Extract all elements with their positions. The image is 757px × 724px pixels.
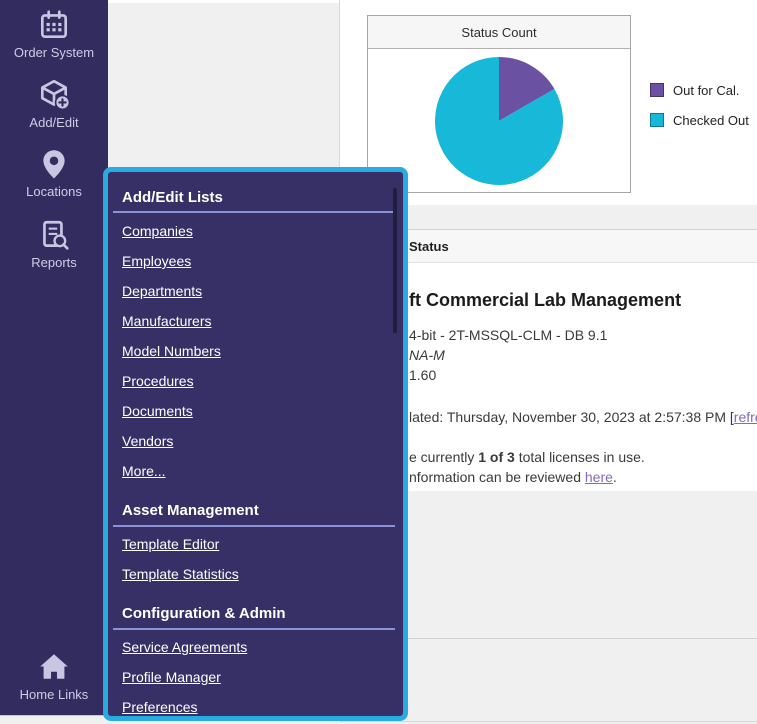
legend-label: Checked Out <box>673 113 749 128</box>
menu-link-documents[interactable]: Documents <box>122 403 193 421</box>
last-updated-line: lated: Thursday, November 30, 2023 at 2:… <box>409 409 757 425</box>
chart-legend: Out for Cal. Checked Out <box>650 80 749 140</box>
license-review-line: nformation can be reviewed here. <box>409 467 645 487</box>
menu-link-model-numbers[interactable]: Model Numbers <box>122 343 221 361</box>
chart-title: Status Count <box>368 16 630 49</box>
menu-link-profile-manager[interactable]: Profile Manager <box>122 669 221 687</box>
sidebar-item-add-edit[interactable]: Add/Edit <box>0 78 108 130</box>
menu-link-companies[interactable]: Companies <box>122 223 193 241</box>
menu-link-vendors[interactable]: Vendors <box>122 433 173 451</box>
menu-link-service-agreements[interactable]: Service Agreements <box>122 639 247 657</box>
sidebar-item-label: Locations <box>0 184 108 199</box>
menu-link-template-editor[interactable]: Template Editor <box>122 536 219 554</box>
version-line: 1.60 <box>409 365 607 385</box>
license-text: e currently <box>409 449 478 465</box>
sidebar-item-home-links[interactable]: Home Links <box>0 650 108 702</box>
license-text-suffix: total licenses in use. <box>515 449 645 465</box>
menu-link-employees[interactable]: Employees <box>122 253 191 271</box>
top-strip <box>108 0 340 3</box>
license-count: 1 of 3 <box>478 449 515 465</box>
sidebar-item-label: Add/Edit <box>0 115 108 130</box>
legend-swatch-out-for-cal <box>650 83 664 97</box>
last-updated-text: lated: Thursday, November 30, 2023 at 2:… <box>409 409 734 425</box>
sidebar-item-order-system[interactable]: Order System <box>0 8 108 60</box>
menu-link-procedures[interactable]: Procedures <box>122 373 194 391</box>
section-divider-rule <box>113 628 395 630</box>
menu-link-more[interactable]: More... <box>122 463 166 481</box>
home-icon <box>37 650 71 684</box>
menu-link-departments[interactable]: Departments <box>122 283 202 301</box>
popup-section-title: Asset Management <box>122 502 259 520</box>
license-info: e currently 1 of 3 total licenses in use… <box>409 447 645 487</box>
add-edit-popup-menu: Add/Edit Lists Companies Employees Depar… <box>103 167 408 721</box>
review-text-suffix: . <box>613 469 617 485</box>
legend-label: Out for Cal. <box>673 83 739 98</box>
menu-link-manufacturers[interactable]: Manufacturers <box>122 313 211 331</box>
sidebar-item-locations[interactable]: Locations <box>0 147 108 199</box>
sidebar-item-label: Order System <box>0 45 108 60</box>
popup-scrollbar-thumb[interactable] <box>393 188 397 333</box>
product-title: ft Commercial Lab Management <box>409 290 681 311</box>
build-line: 4-bit - 2T-MSSQL-CLM - DB 9.1 <box>409 325 607 345</box>
section-divider <box>340 721 757 722</box>
status-count-chart-box: Status Count <box>367 15 631 193</box>
popup-section-title: Add/Edit Lists <box>122 189 223 207</box>
database-line: NA-M <box>409 345 607 365</box>
legend-row: Out for Cal. <box>650 80 749 100</box>
report-search-icon <box>37 218 71 252</box>
pie-chart <box>368 49 632 193</box>
sidebar-item-label: Reports <box>0 255 108 270</box>
menu-link-template-statistics[interactable]: Template Statistics <box>122 566 239 584</box>
popup-section-title: Configuration & Admin <box>122 605 286 623</box>
section-divider-rule <box>113 525 395 527</box>
map-pin-icon <box>37 147 71 181</box>
window-bottom-edge <box>0 715 108 716</box>
refresh-link[interactable]: refre <box>734 409 757 425</box>
legend-row: Checked Out <box>650 110 749 130</box>
legend-swatch-checked-out <box>650 113 664 127</box>
version-info: 4-bit - 2T-MSSQL-CLM - DB 9.1 NA-M 1.60 <box>409 325 607 385</box>
sidebar-item-label: Home Links <box>0 687 108 702</box>
box-add-icon <box>37 78 71 112</box>
license-count-line: e currently 1 of 3 total licenses in use… <box>409 447 645 467</box>
status-section-title: Status <box>409 230 449 263</box>
review-text: nformation can be reviewed <box>409 469 585 485</box>
section-divider-rule <box>113 211 395 213</box>
sidebar-item-reports[interactable]: Reports <box>0 218 108 270</box>
calendar-icon <box>37 8 71 42</box>
sidebar: Order System Add/Edit Locations Reports <box>0 0 108 715</box>
menu-link-preferences[interactable]: Preferences <box>122 699 197 716</box>
here-link[interactable]: here <box>585 469 613 485</box>
